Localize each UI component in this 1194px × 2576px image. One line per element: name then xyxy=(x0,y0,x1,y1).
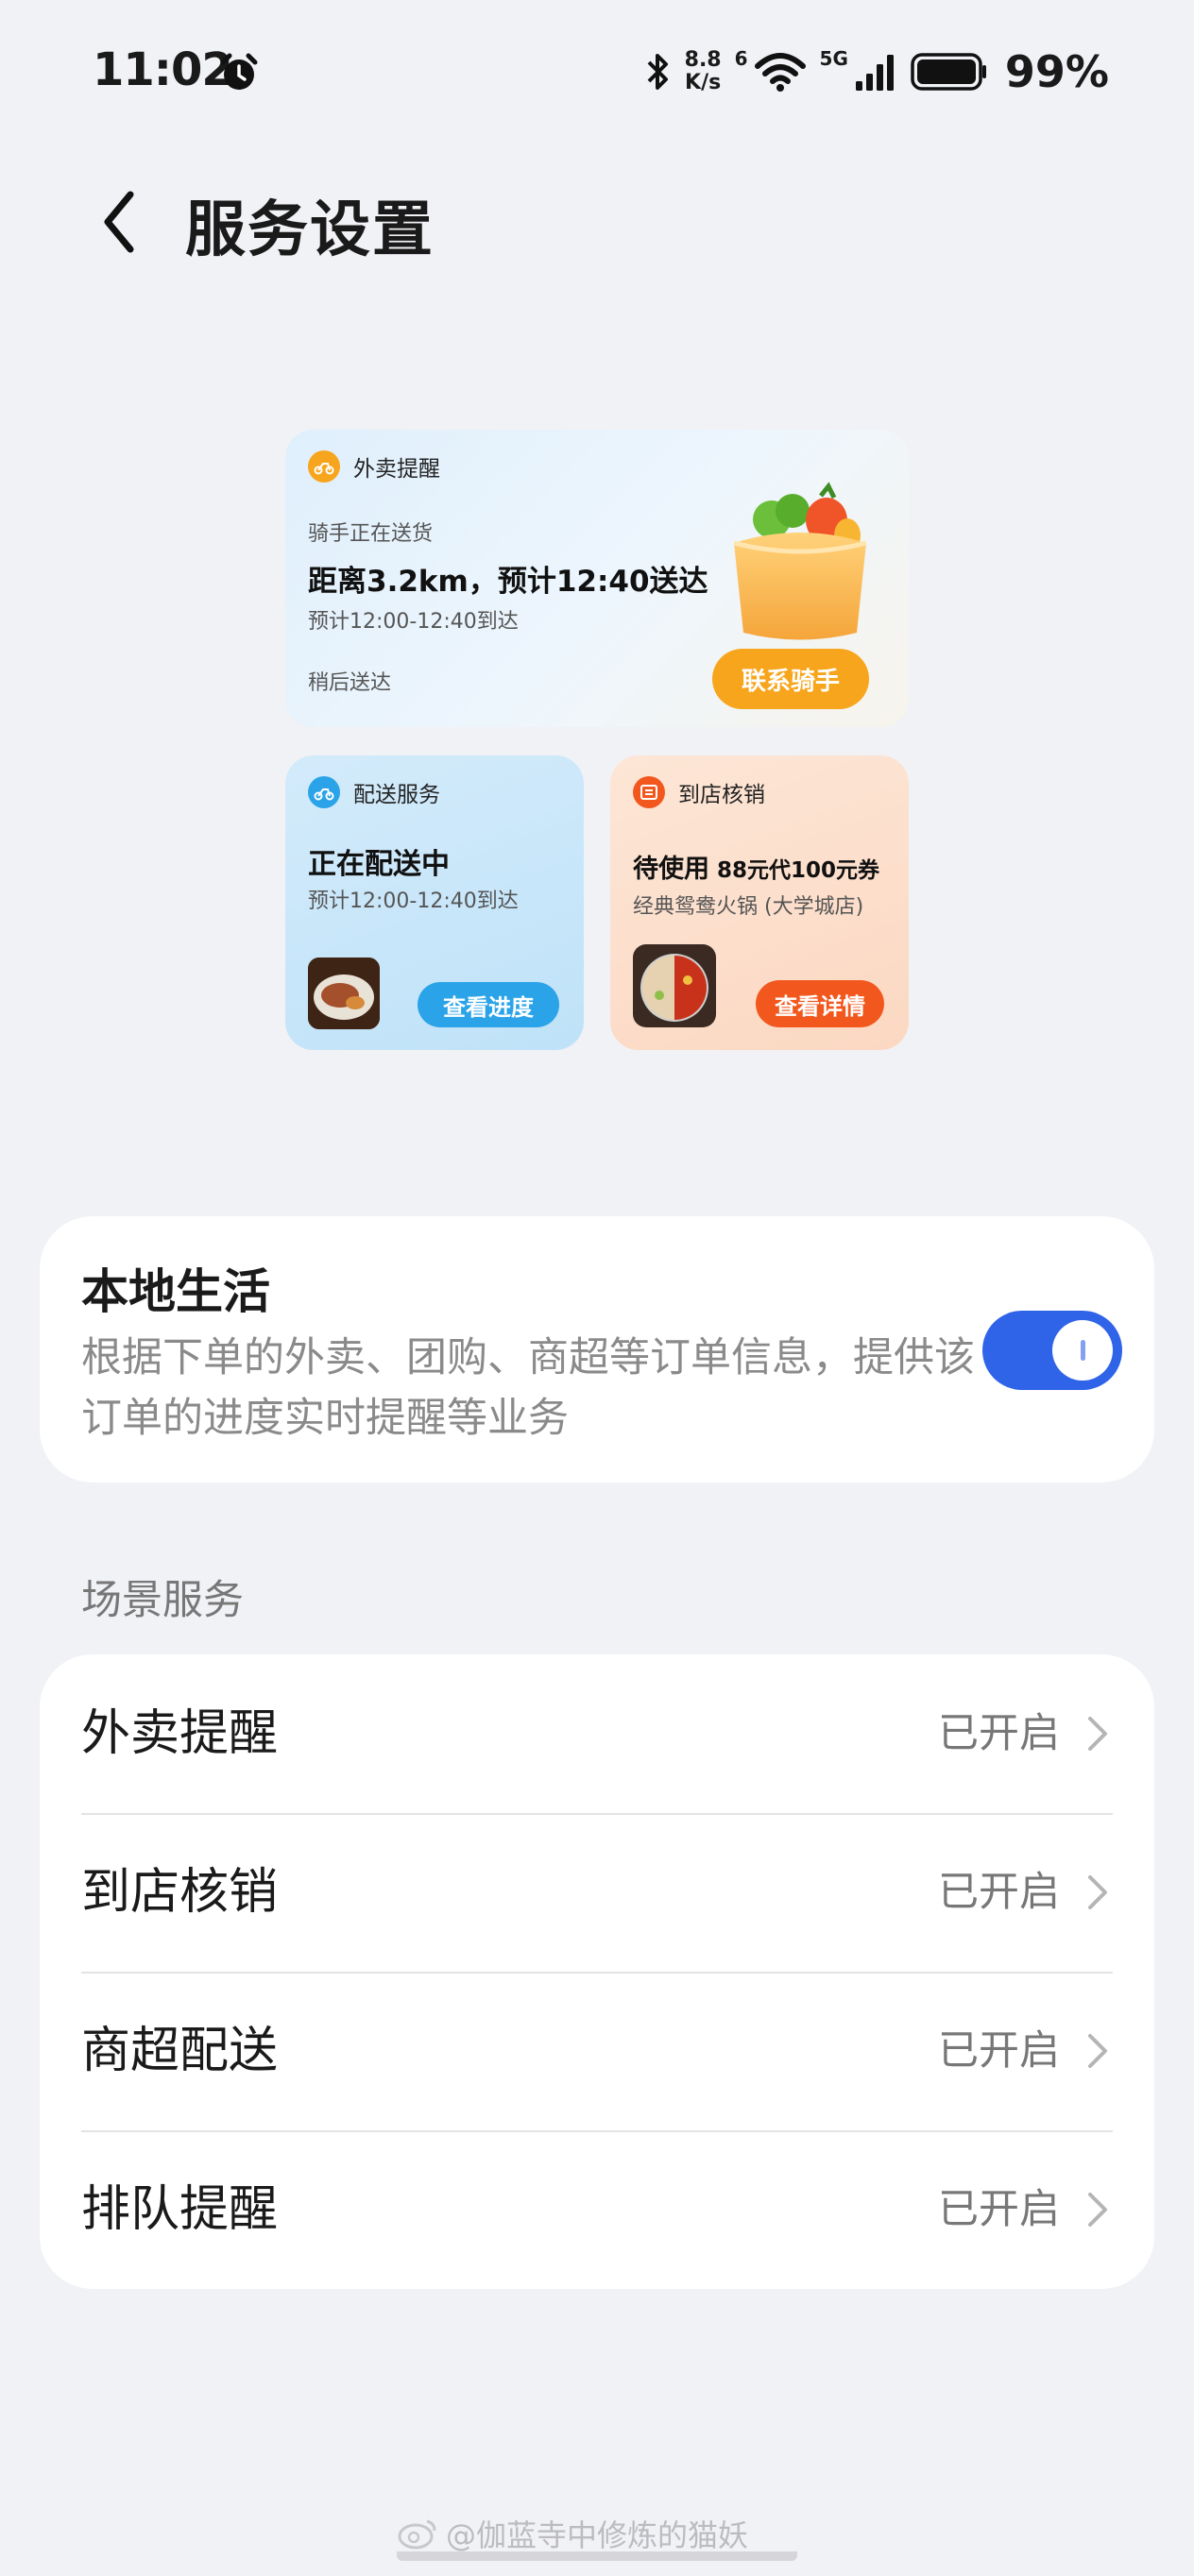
wifi-label: 6 xyxy=(734,47,748,70)
instore-widget-title: 到店核销 xyxy=(678,783,765,807)
delivery-scooter-icon xyxy=(308,776,340,808)
contact-rider-button[interactable]: 联系骑手 xyxy=(712,649,869,709)
list-item-status: 已开启 xyxy=(938,2027,1060,2075)
delivery-preview-widget: 配送服务 正在配送中 预计12:00-12:40到达 查看进度 xyxy=(285,755,584,1050)
chevron-right-icon xyxy=(1088,1875,1107,1909)
toggle-knob xyxy=(1052,1320,1113,1381)
network-speed-unit: K/s xyxy=(685,71,722,94)
list-item-instore-verify[interactable]: 到店核销 已开启 xyxy=(40,1813,1154,1972)
scene-services-list: 外卖提醒 已开启 到店核销 已开启 商超配送 已开启 排队提醒 已开启 xyxy=(40,1654,1154,2289)
battery-percentage: 99% xyxy=(1004,46,1109,97)
list-item-takeout-reminder[interactable]: 外卖提醒 已开启 xyxy=(40,1654,1154,1813)
instore-preview-widget: 到店核销 待使用 88元代100元券 经典鸳鸯火锅 (大学城店) 查看详情 xyxy=(610,755,909,1050)
chevron-right-icon xyxy=(1088,2193,1107,2227)
delivery-widget-header: 配送服务 xyxy=(308,776,440,808)
network-speed-value: 8.8 xyxy=(684,48,722,72)
cell-signal-icon xyxy=(855,55,894,91)
back-button[interactable] xyxy=(91,184,147,260)
local-life-title: 本地生活 xyxy=(81,1264,270,1319)
delivery-widget-title: 配送服务 xyxy=(353,783,440,807)
local-life-description: 根据下单的外卖、团购、商超等订单信息，提供该订单的进度实时提醒等业务 xyxy=(81,1334,975,1442)
takeout-preview-widget: 外卖提醒 骑手正在送货 距离3.2km，预计12:40送达 预计12:00-12… xyxy=(285,430,909,727)
alarm-clock-icon xyxy=(220,53,258,90)
delivery-eta: 预计12:00-12:40到达 xyxy=(308,890,519,913)
instore-headline-prefix: 待使用 xyxy=(633,855,709,884)
hotpot-thumbnail xyxy=(633,944,716,1027)
chevron-right-icon xyxy=(1088,2034,1107,2068)
grocery-box-icon xyxy=(733,482,867,640)
status-icons: 8.8 K/s 6 5G 99% xyxy=(643,43,1109,100)
list-item-queue-reminder[interactable]: 排队提醒 已开启 xyxy=(40,2130,1154,2289)
takeout-headline: 距离3.2km，预计12:40送达 xyxy=(308,565,708,599)
list-item-supermarket-delivery[interactable]: 商超配送 已开启 xyxy=(40,1972,1154,2130)
rider-status-text: 骑手正在送货 xyxy=(308,522,434,546)
local-life-card: 本地生活 根据下单的外卖、团购、商超等订单信息，提供该订单的进度实时提醒等业务 xyxy=(40,1216,1154,1483)
list-item-label: 排队提醒 xyxy=(81,2181,279,2238)
weibo-icon xyxy=(398,2519,436,2550)
takeout-widget-title: 外卖提醒 xyxy=(353,457,440,482)
delivery-headline: 正在配送中 xyxy=(308,848,450,881)
page-title: 服务设置 xyxy=(185,195,435,265)
wifi-icon xyxy=(754,53,806,92)
takeout-eta: 预计12:00-12:40到达 xyxy=(308,610,519,634)
cell-network-label: 5G xyxy=(819,47,848,70)
watermark: @伽蓝寺中修炼的猫妖 xyxy=(397,2517,797,2561)
local-life-toggle[interactable] xyxy=(982,1311,1122,1390)
list-item-label: 商超配送 xyxy=(81,2023,279,2079)
view-details-button[interactable]: 查看详情 xyxy=(756,980,884,1027)
list-item-label: 到店核销 xyxy=(81,1864,279,1921)
scooter-icon xyxy=(308,450,340,483)
battery-icon xyxy=(911,53,986,91)
takeout-widget-header: 外卖提醒 xyxy=(308,450,440,483)
list-item-status: 已开启 xyxy=(938,1710,1060,1757)
view-progress-button[interactable]: 查看进度 xyxy=(418,982,559,1027)
bluetooth-icon xyxy=(647,54,668,90)
list-item-status: 已开启 xyxy=(938,1869,1060,1916)
list-item-label: 外卖提醒 xyxy=(81,1705,279,1762)
instore-widget-header: 到店核销 xyxy=(633,776,765,808)
food-thumbnail xyxy=(308,958,380,1029)
list-item-status: 已开启 xyxy=(938,2186,1060,2233)
watermark-text: @伽蓝寺中修炼的猫妖 xyxy=(446,2517,749,2553)
ticket-icon xyxy=(633,776,665,808)
network-speed: 8.8 K/s xyxy=(685,49,722,94)
chevron-left-icon xyxy=(104,191,134,253)
shop-name: 经典鸳鸯火锅 (大学城店) xyxy=(633,895,864,919)
status-time: 11:02 xyxy=(93,43,233,96)
chevron-right-icon xyxy=(1088,1717,1107,1751)
coupon-text: 88元代100元券 xyxy=(717,858,880,883)
instore-headline: 待使用 88元代100元券 xyxy=(633,848,879,885)
status-bar: 11:02 8.8 K/s 6 5G 99% xyxy=(0,0,1194,151)
takeout-footer: 稍后送达 xyxy=(308,671,392,695)
scene-services-label: 场景服务 xyxy=(81,1577,244,1624)
